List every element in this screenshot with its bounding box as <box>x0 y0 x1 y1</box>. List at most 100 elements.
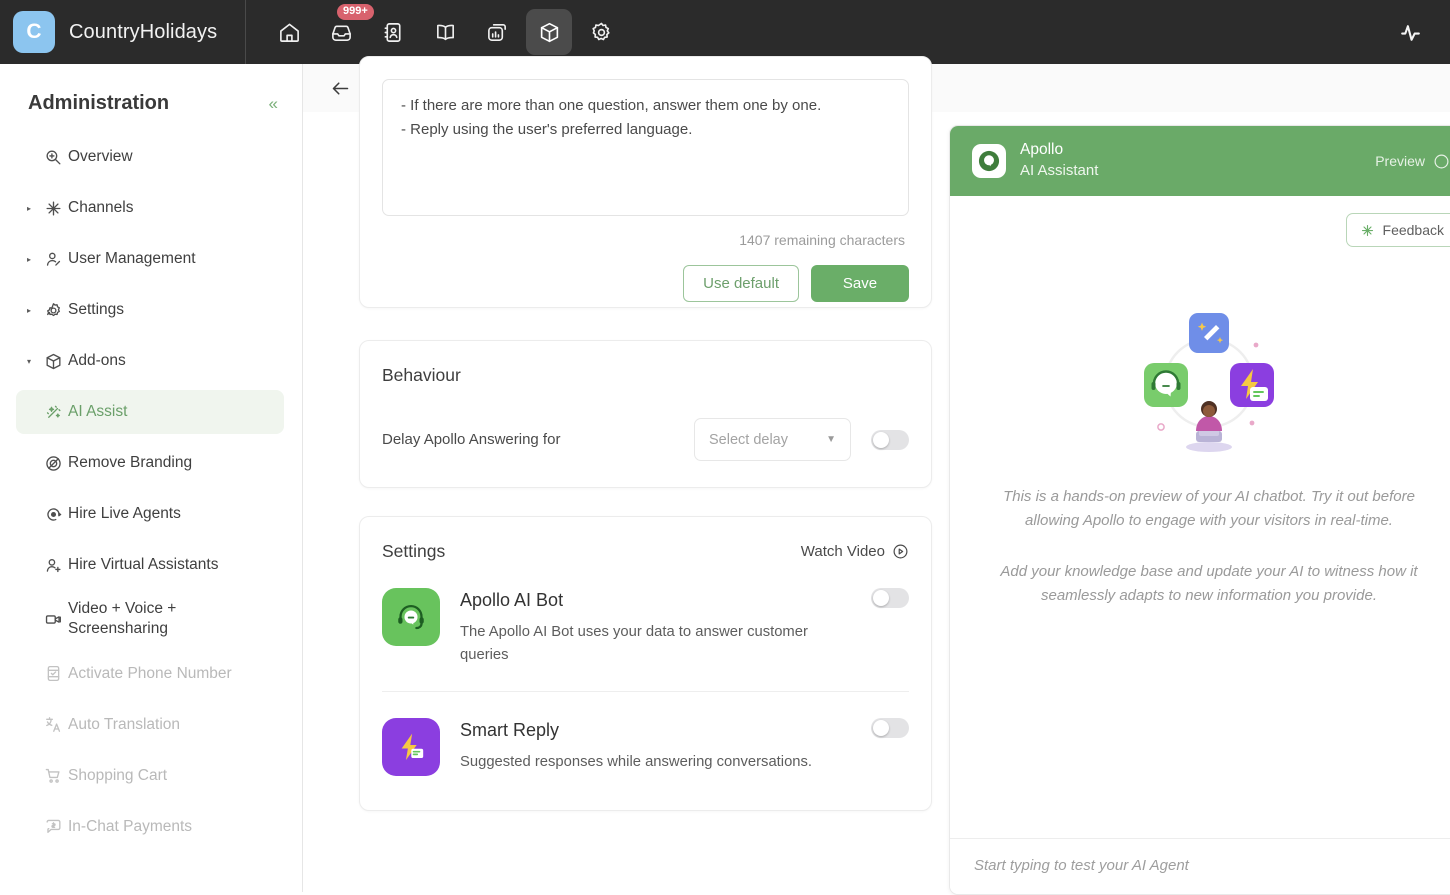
nav-settings-button[interactable] <box>578 9 624 55</box>
settings-column: - If there are more than one question, a… <box>303 56 949 892</box>
smart-reply-toggle[interactable] <box>871 717 909 738</box>
preview-toggle[interactable]: Preview <box>1375 153 1450 170</box>
addons-icon <box>38 352 68 371</box>
play-circle-icon <box>893 544 908 559</box>
reports-icon <box>487 23 506 41</box>
preview-header: Apollo AI Assistant Preview <box>950 126 1450 196</box>
settings-header: Settings Watch Video <box>382 541 909 562</box>
chevron-right-icon[interactable]: ▸ <box>20 255 38 264</box>
nav-inbox-button[interactable]: 999+ <box>318 4 374 55</box>
sidebar-header: Administration « <box>0 64 302 135</box>
nav-contacts-button[interactable] <box>370 9 416 55</box>
composer-placeholder: Start typing to test your AI Agent <box>974 857 1189 874</box>
sidebar-item-label: Activate Phone Number <box>68 664 232 682</box>
apollo-bot-toggle[interactable] <box>871 588 909 608</box>
save-button[interactable]: Save <box>811 265 909 302</box>
sidebar-item-ai-assist[interactable]: AI Assist <box>16 390 284 434</box>
lightning-bolt-icon <box>401 733 424 761</box>
chevron-right-icon[interactable]: ▸ <box>20 306 38 315</box>
addons-package-icon <box>540 22 558 42</box>
preview-column: Apollo AI Assistant Preview Feedback Thi… <box>949 112 1450 895</box>
nav-reports-button[interactable] <box>474 9 520 55</box>
sidebar-item-label: Remove Branding <box>68 453 193 471</box>
prompt-textarea[interactable]: - If there are more than one question, a… <box>382 79 909 216</box>
in-chat-payments-icon <box>38 817 68 836</box>
arrow-left-icon <box>332 81 349 95</box>
info-circle-icon <box>1434 154 1449 168</box>
sidebar-item-label: Channels <box>68 198 134 216</box>
sidebar-item-auto-translation[interactable]: Auto Translation <box>16 703 284 747</box>
video-voice-icon <box>38 610 68 629</box>
smart-reply-icon <box>382 717 440 776</box>
behaviour-card: Behaviour Delay Apollo Answering for Sel… <box>359 340 932 488</box>
sidebar-item-label: Hire Virtual Assistants <box>68 555 219 573</box>
preview-paragraph-1: This is a hands-on preview of your AI ch… <box>1003 488 1415 530</box>
nav-home-button[interactable] <box>266 9 312 55</box>
feedback-button[interactable]: Feedback <box>1345 213 1450 247</box>
behaviour-title: Behaviour <box>382 365 461 385</box>
feature-description: Suggested responses while answering conv… <box>460 753 813 770</box>
nav-addons-button[interactable] <box>526 9 572 55</box>
brand-name: CountryHolidays <box>69 20 218 43</box>
watch-video-label: Watch Video <box>800 543 885 560</box>
bot-identity: Apollo AI Assistant <box>1020 140 1098 181</box>
sidebar-title: Administration <box>28 92 170 114</box>
sidebar-item-label: Settings <box>68 300 125 318</box>
sidebar-item-video-voice-screensharing[interactable]: Video + Voice + Screensharing <box>16 594 284 645</box>
sidebar-item-user-management[interactable]: ▸ User Management <box>16 237 284 281</box>
preview-illustration <box>950 305 1450 455</box>
watch-video-button[interactable]: Watch Video <box>801 543 909 560</box>
sidebar-item-label: AI Assist <box>68 402 128 420</box>
status-activity-button[interactable] <box>1392 14 1428 50</box>
sidebar-item-settings[interactable]: ▸ Settings <box>16 288 284 332</box>
sidebar-item-shopping-cart[interactable]: Shopping Cart <box>16 754 284 798</box>
sidebar-collapse-button[interactable]: « <box>269 95 278 112</box>
settings-gear-icon <box>591 22 610 40</box>
sidebar-item-label: Auto Translation <box>68 715 181 733</box>
sidebar-item-label: Shopping Cart <box>68 766 168 784</box>
sidebar-item-label: Video + Voice + Screensharing <box>68 600 177 638</box>
delay-answer-toggle[interactable] <box>871 429 909 450</box>
nav-knowledge-base-button[interactable] <box>422 9 468 55</box>
channels-icon <box>38 199 68 218</box>
sidebar-item-remove-branding[interactable]: Remove Branding <box>16 441 284 485</box>
sidebar-item-in-chat-payments[interactable]: In-Chat Payments <box>16 805 284 849</box>
avatar <box>972 144 1006 178</box>
preview-description: This is a hands-on preview of your AI ch… <box>950 485 1450 608</box>
preview-label: Preview <box>1375 153 1425 169</box>
sparkle-icon <box>1361 224 1373 236</box>
content-scroll-area[interactable]: - If there are more than one question, a… <box>303 56 1450 895</box>
bot-name: Apollo <box>1020 141 1064 159</box>
chevron-down-icon[interactable]: ▾ <box>20 357 38 366</box>
chevron-down-icon: ▼ <box>826 434 836 445</box>
brand-block[interactable]: C CountryHolidays <box>0 0 246 64</box>
chevron-right-icon[interactable]: ▸ <box>20 204 38 213</box>
feature-description: The Apollo AI Bot uses your data to answ… <box>460 624 808 663</box>
settings-card: Settings Watch Video Apollo AI Bot The A… <box>359 516 932 811</box>
inbox-icon <box>331 25 351 41</box>
feature-body: Smart Reply Suggested responses while an… <box>460 718 851 774</box>
knowledge-book-icon <box>436 24 454 40</box>
sidebar-item-channels[interactable]: ▸ Channels <box>16 186 284 230</box>
sidebar: Administration « ▸ Overview ▸ Channels ▸… <box>0 64 303 892</box>
preview-composer[interactable]: Start typing to test your AI Agent <box>950 838 1450 894</box>
sidebar-item-label: Overview <box>68 147 133 165</box>
hire-va-icon <box>38 556 68 575</box>
sidebar-item-label: Hire Live Agents <box>68 504 181 522</box>
sidebar-item-overview[interactable]: ▸ Overview <box>16 135 284 179</box>
sidebar-item-addons[interactable]: ▾ Add-ons <box>16 339 284 383</box>
delay-select[interactable]: Select delay ▼ <box>694 418 851 461</box>
sidebar-item-activate-phone-number[interactable]: Activate Phone Number <box>16 652 284 696</box>
sidebar-item-hire-live-agents[interactable]: Hire Live Agents <box>16 492 284 536</box>
sidebar-item-hire-virtual-assistants[interactable]: Hire Virtual Assistants <box>16 543 284 587</box>
feature-body: Apollo AI Bot The Apollo AI Bot uses you… <box>460 588 851 667</box>
inbox-unread-badge: 999+ <box>337 4 374 20</box>
home-icon <box>279 23 299 42</box>
apollo-bot-icon <box>382 588 440 646</box>
remove-branding-icon <box>38 454 68 473</box>
top-nav-icons: 999+ <box>266 4 624 55</box>
use-default-button[interactable]: Use default <box>683 265 799 302</box>
feature-row-apollo-ai-bot: Apollo AI Bot The Apollo AI Bot uses you… <box>382 562 909 691</box>
prompt-line-1: - If there are more than one question, a… <box>401 97 822 114</box>
main-content: Back - If there are more than one questi… <box>303 56 1450 895</box>
